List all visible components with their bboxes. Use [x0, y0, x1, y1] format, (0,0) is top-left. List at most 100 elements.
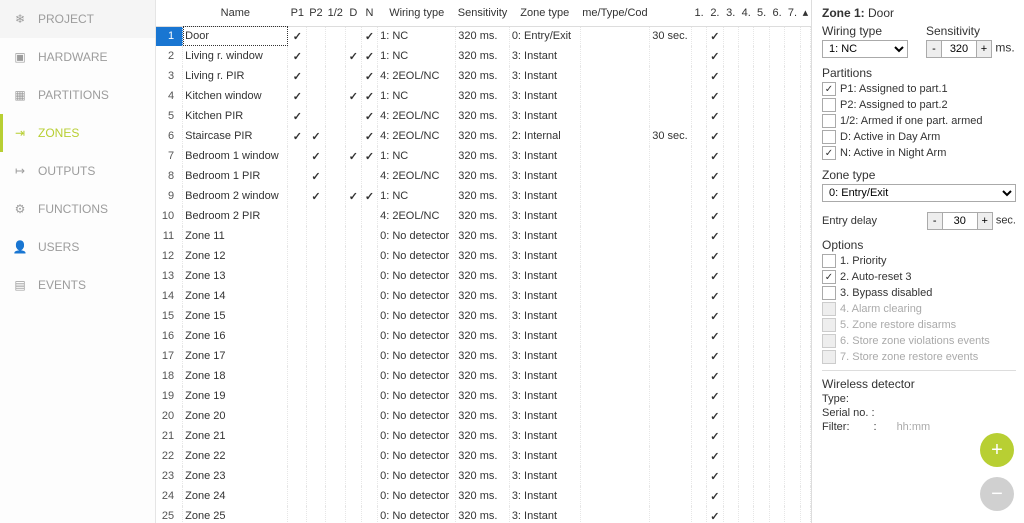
o5-cell[interactable]	[754, 486, 769, 506]
half-cell[interactable]	[325, 246, 345, 266]
d-cell[interactable]	[345, 326, 361, 346]
o6-cell[interactable]	[769, 46, 784, 66]
o5-cell[interactable]	[754, 206, 769, 226]
d-cell[interactable]: ✓	[345, 86, 361, 106]
ztype-cell[interactable]: 3: Instant	[509, 386, 580, 406]
table-row[interactable]: 16Zone 160: No detector320 ms.3: Instant…	[156, 326, 811, 346]
half-cell[interactable]	[325, 446, 345, 466]
o7-cell[interactable]	[785, 26, 800, 46]
o5-cell[interactable]	[754, 186, 769, 206]
entrydelay-cell[interactable]	[650, 486, 692, 506]
wiring-cell[interactable]: 1: NC	[378, 146, 456, 166]
option-checkbox[interactable]	[822, 254, 836, 268]
sidebar-item-users[interactable]: 👤USERS	[0, 228, 155, 266]
o4-cell[interactable]	[738, 406, 753, 426]
p1-cell[interactable]	[288, 166, 307, 186]
ztype-cell[interactable]: 3: Instant	[509, 146, 580, 166]
col-o6[interactable]: 6.	[769, 0, 784, 26]
n-cell[interactable]	[361, 326, 377, 346]
alarmcode-cell[interactable]	[580, 346, 650, 366]
alarmcode-cell[interactable]	[580, 406, 650, 426]
p2-cell[interactable]	[307, 226, 326, 246]
n-cell[interactable]	[361, 306, 377, 326]
d-cell[interactable]	[345, 106, 361, 126]
o3-cell[interactable]	[723, 246, 738, 266]
p1-cell[interactable]	[288, 226, 307, 246]
table-row[interactable]: 21Zone 210: No detector320 ms.3: Instant…	[156, 426, 811, 446]
p2-cell[interactable]	[307, 246, 326, 266]
p2-cell[interactable]	[307, 466, 326, 486]
wiring-cell[interactable]: 0: No detector	[378, 406, 456, 426]
o4-cell[interactable]	[738, 246, 753, 266]
d-cell[interactable]	[345, 426, 361, 446]
wiring-cell[interactable]: 0: No detector	[378, 306, 456, 326]
sens-cell[interactable]: 320 ms.	[456, 206, 510, 226]
o4-cell[interactable]	[738, 366, 753, 386]
o6-cell[interactable]	[769, 506, 784, 523]
o6-cell[interactable]	[769, 406, 784, 426]
partition-checkbox[interactable]	[822, 146, 836, 160]
col-half[interactable]: 1/2	[325, 0, 345, 26]
o2-cell[interactable]: ✓	[707, 166, 723, 186]
zone-name-cell[interactable]: Bedroom 1 window	[183, 146, 288, 166]
n-cell[interactable]	[361, 366, 377, 386]
alarmcode-cell[interactable]	[580, 366, 650, 386]
entry-input[interactable]	[943, 212, 977, 230]
o1-cell[interactable]	[691, 506, 706, 523]
o1-cell[interactable]	[691, 26, 706, 46]
o7-cell[interactable]	[785, 486, 800, 506]
table-row[interactable]: 1Door✓✓1: NC320 ms.0: Entry/Exit30 sec.✓	[156, 26, 811, 46]
p1-cell[interactable]	[288, 146, 307, 166]
option-checkbox[interactable]	[822, 270, 836, 284]
half-cell[interactable]	[325, 206, 345, 226]
table-row[interactable]: 11Zone 110: No detector320 ms.3: Instant…	[156, 226, 811, 246]
entrydelay-cell[interactable]	[650, 86, 692, 106]
d-cell[interactable]	[345, 246, 361, 266]
o7-cell[interactable]	[785, 226, 800, 246]
col-p1[interactable]: P1	[288, 0, 307, 26]
zone-name-cell[interactable]: Door	[183, 26, 288, 46]
zones-table-wrap[interactable]: NameP1P21/2DNWiring typeSensitivityZone …	[156, 0, 812, 523]
p1-cell[interactable]	[288, 246, 307, 266]
o3-cell[interactable]	[723, 86, 738, 106]
ztype-cell[interactable]: 3: Instant	[509, 206, 580, 226]
o7-cell[interactable]	[785, 206, 800, 226]
sens-plus[interactable]: +	[976, 40, 992, 58]
o6-cell[interactable]	[769, 326, 784, 346]
p1-cell[interactable]	[288, 466, 307, 486]
zone-name-cell[interactable]: Zone 17	[183, 346, 288, 366]
p2-cell[interactable]	[307, 326, 326, 346]
sidebar-item-zones[interactable]: ⇥ZONES	[0, 114, 155, 152]
alarmcode-cell[interactable]	[580, 26, 650, 46]
sens-cell[interactable]: 320 ms.	[456, 46, 510, 66]
ztype-cell[interactable]: 3: Instant	[509, 246, 580, 266]
entrydelay-cell[interactable]	[650, 446, 692, 466]
sens-cell[interactable]: 320 ms.	[456, 86, 510, 106]
p2-cell[interactable]	[307, 366, 326, 386]
p1-cell[interactable]	[288, 286, 307, 306]
o6-cell[interactable]	[769, 346, 784, 366]
o5-cell[interactable]	[754, 46, 769, 66]
o2-cell[interactable]: ✓	[707, 506, 723, 523]
p1-cell[interactable]	[288, 206, 307, 226]
o7-cell[interactable]	[785, 326, 800, 346]
d-cell[interactable]	[345, 126, 361, 146]
table-row[interactable]: 24Zone 240: No detector320 ms.3: Instant…	[156, 486, 811, 506]
p1-cell[interactable]	[288, 506, 307, 523]
sens-cell[interactable]: 320 ms.	[456, 386, 510, 406]
n-cell[interactable]	[361, 506, 377, 523]
wiring-cell[interactable]: 0: No detector	[378, 366, 456, 386]
ztype-cell[interactable]: 0: Entry/Exit	[509, 26, 580, 46]
o2-cell[interactable]: ✓	[707, 246, 723, 266]
p2-cell[interactable]	[307, 506, 326, 523]
d-cell[interactable]	[345, 366, 361, 386]
table-row[interactable]: 12Zone 120: No detector320 ms.3: Instant…	[156, 246, 811, 266]
sens-cell[interactable]: 320 ms.	[456, 306, 510, 326]
o2-cell[interactable]: ✓	[707, 326, 723, 346]
o3-cell[interactable]	[723, 146, 738, 166]
d-cell[interactable]	[345, 446, 361, 466]
n-cell[interactable]	[361, 486, 377, 506]
ztype-cell[interactable]: 3: Instant	[509, 406, 580, 426]
o5-cell[interactable]	[754, 146, 769, 166]
o7-cell[interactable]	[785, 286, 800, 306]
